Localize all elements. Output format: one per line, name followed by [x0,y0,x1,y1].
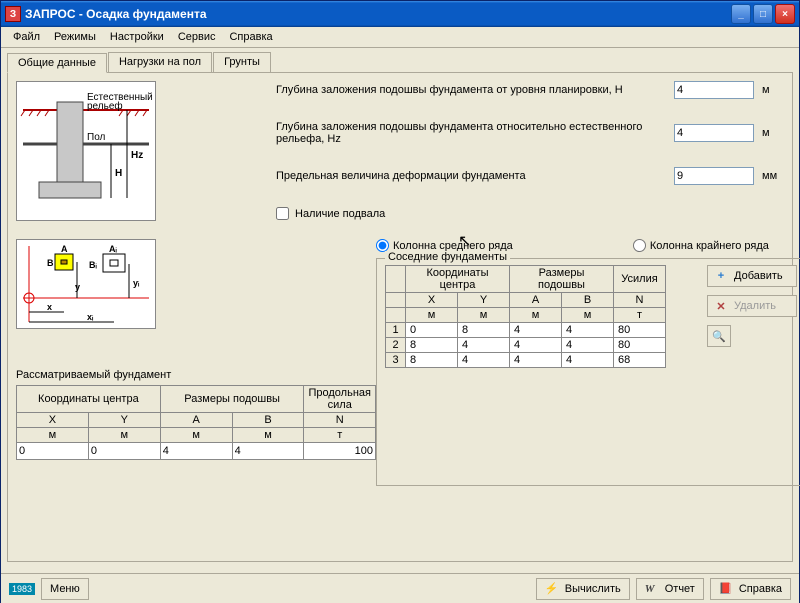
delete-button[interactable]: ✕ Удалить [707,295,797,317]
foundation-diagram-2: A B Aᵢ Bᵢ x xᵢ y yᵢ [16,239,156,329]
label-depth-h: Глубина заложения подошвы фундамента от … [276,84,674,96]
input-depth-h[interactable] [674,81,754,99]
radio-edge-column[interactable]: Колонна крайнего ряда [633,239,769,252]
calculate-button[interactable]: ⚡ Вычислить [536,578,630,600]
svg-text:Пол: Пол [87,132,106,143]
svg-text:yᵢ: yᵢ [133,278,140,288]
plus-icon: + [714,270,728,282]
input-limit-def[interactable] [674,167,754,185]
menu-settings[interactable]: Настройки [104,29,170,45]
main-hdr-size: Размеры подошвы [160,386,304,413]
magnifier-icon: 🔍 [712,330,726,343]
bolt-icon: ⚡ [545,582,559,595]
main-x[interactable] [17,443,88,459]
menu-file[interactable]: Файл [7,29,46,45]
minimize-button[interactable]: _ [731,4,751,24]
svg-text:y: y [75,282,80,292]
menubar: Файл Режимы Настройки Сервис Справка [1,27,799,48]
foundation-diagram-1: Естественный рельеф Пол Hz H [16,81,156,221]
unit-limit-def: мм [762,170,784,182]
footer-menu-button[interactable]: Меню [41,578,89,600]
table-row[interactable]: 3 8 4 4 4 68 [386,353,666,368]
neighbor-table: Координаты центра Размеры подошвы Усилия… [385,265,666,368]
label-depth-hz: Глубина заложения подошвы фундамента отн… [276,121,674,145]
label-basement: Наличие подвала [295,208,385,220]
menu-help[interactable]: Справка [223,29,278,45]
unit-depth-hz: м [762,127,784,139]
svg-text:x: x [47,302,52,312]
main-b[interactable] [233,443,304,459]
unit-depth-h: м [762,84,784,96]
checkbox-basement[interactable] [276,207,289,220]
table-row[interactable]: 2 8 4 4 4 80 [386,338,666,353]
app-icon: З [5,6,21,22]
main-a[interactable] [161,443,232,459]
maximize-button[interactable]: □ [753,4,773,24]
input-depth-hz[interactable] [674,124,754,142]
main-fund-title: Рассматриваемый фундамент [16,369,376,381]
neighbor-legend: Соседние фундаменты [385,251,510,263]
window-title: ЗАПРОС - Осадка фундамента [25,7,731,21]
svg-text:H: H [115,168,122,179]
titlebar: З ЗАПРОС - Осадка фундамента _ □ × [1,1,799,27]
svg-text:Aᵢ: Aᵢ [109,244,117,254]
main-fund-table: Координаты центра Размеры подошвы Продол… [16,385,376,460]
label-limit-def: Предельная величина деформации фундамент… [276,170,674,182]
tab-general[interactable]: Общие данные [7,53,107,73]
main-y[interactable] [89,443,160,459]
svg-text:A: A [61,244,68,254]
svg-text:xᵢ: xᵢ [87,312,94,322]
main-hdr-force: Продольная сила [304,386,376,413]
x-icon: ✕ [714,300,728,313]
book-icon: 📕 [719,582,733,595]
svg-text:Bᵢ: Bᵢ [89,260,97,270]
menu-service[interactable]: Сервис [172,29,222,45]
help-button[interactable]: 📕 Справка [710,578,791,600]
report-icon: W [645,583,659,595]
svg-text:B: B [47,258,54,268]
main-n[interactable] [304,443,375,459]
tab-soils[interactable]: Грунты [213,52,271,72]
svg-text:Hz: Hz [131,150,143,161]
close-button[interactable]: × [775,4,795,24]
table-row[interactable]: 1 0 8 4 4 80 [386,323,666,338]
tab-loads[interactable]: Нагрузки на пол [108,52,212,72]
svg-text:рельеф: рельеф [87,100,123,112]
footer-year-icon: 1983 [9,583,35,595]
main-hdr-coords: Координаты центра [17,386,161,413]
add-button[interactable]: + Добавить [707,265,797,287]
report-button[interactable]: W Отчет [636,578,704,600]
preview-button[interactable]: 🔍 [707,325,731,347]
menu-modes[interactable]: Режимы [48,29,102,45]
